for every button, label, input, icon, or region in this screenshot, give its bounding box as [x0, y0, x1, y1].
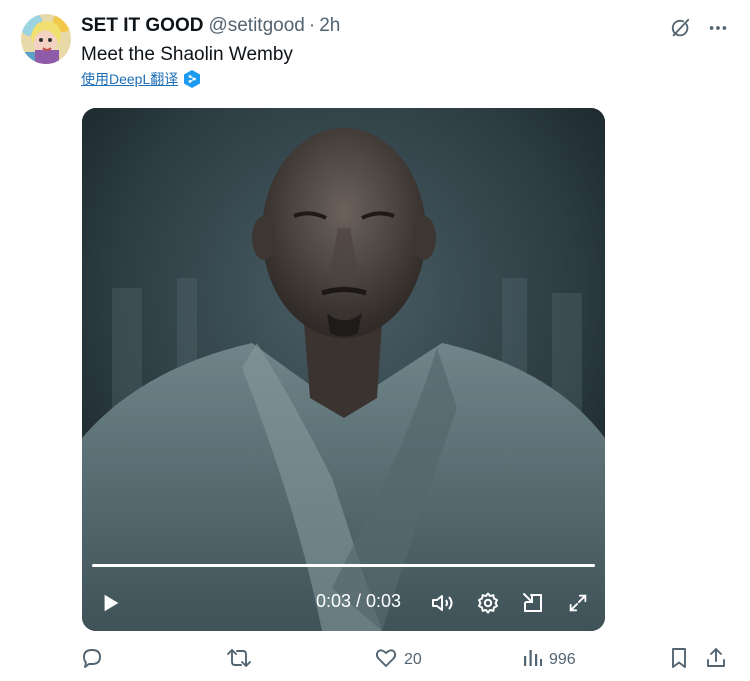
like-count: 20 — [404, 651, 422, 668]
video-frame — [82, 108, 605, 631]
deepl-icon[interactable] — [184, 70, 201, 88]
play-icon[interactable] — [96, 586, 126, 620]
views-icon — [521, 646, 543, 675]
top-actions — [666, 14, 732, 42]
tweet-text: Meet the Shaolin Wemby — [81, 44, 293, 65]
more-icon[interactable] — [704, 14, 732, 42]
dock-icon[interactable] — [518, 586, 548, 620]
video-progress-fill — [92, 564, 595, 567]
tweet-header: SET IT GOOD @setitgood · 2h — [81, 14, 340, 38]
reply-icon — [80, 646, 104, 675]
display-name[interactable]: SET IT GOOD — [81, 15, 203, 37]
grok-icon[interactable] — [666, 14, 694, 42]
views-count: 996 — [549, 651, 576, 668]
translate-row: 使用DeepL翻译 — [81, 69, 201, 89]
like-icon — [374, 646, 398, 675]
bookmark-icon — [668, 646, 690, 675]
video-progress-bar[interactable] — [92, 564, 595, 567]
avatar[interactable] — [21, 14, 71, 64]
like-button[interactable]: 20 — [374, 646, 422, 674]
user-handle[interactable]: @setitgood — [208, 15, 304, 37]
translate-link[interactable]: 使用DeepL翻译 — [81, 69, 178, 89]
settings-icon[interactable] — [473, 586, 503, 620]
action-bar: 20 996 — [80, 646, 730, 674]
separator-dot: · — [308, 15, 316, 36]
tweet: SET IT GOOD @setitgood · 2h Meet the Sha… — [0, 0, 750, 681]
share-button[interactable] — [704, 646, 728, 674]
share-icon — [704, 646, 728, 675]
video-player[interactable]: 0:03 / 0:03 — [82, 108, 605, 631]
video-time: 0:03 / 0:03 — [316, 591, 402, 611]
views-button[interactable]: 996 — [521, 646, 576, 674]
timestamp[interactable]: 2h — [319, 15, 340, 37]
reply-button[interactable] — [80, 646, 104, 674]
fullscreen-icon[interactable] — [563, 586, 593, 620]
retweet-icon — [226, 646, 252, 675]
bookmark-button[interactable] — [668, 646, 690, 674]
retweet-button[interactable] — [226, 646, 252, 674]
volume-icon[interactable] — [428, 586, 458, 620]
video-controls: 0:03 / 0:03 — [82, 586, 605, 620]
